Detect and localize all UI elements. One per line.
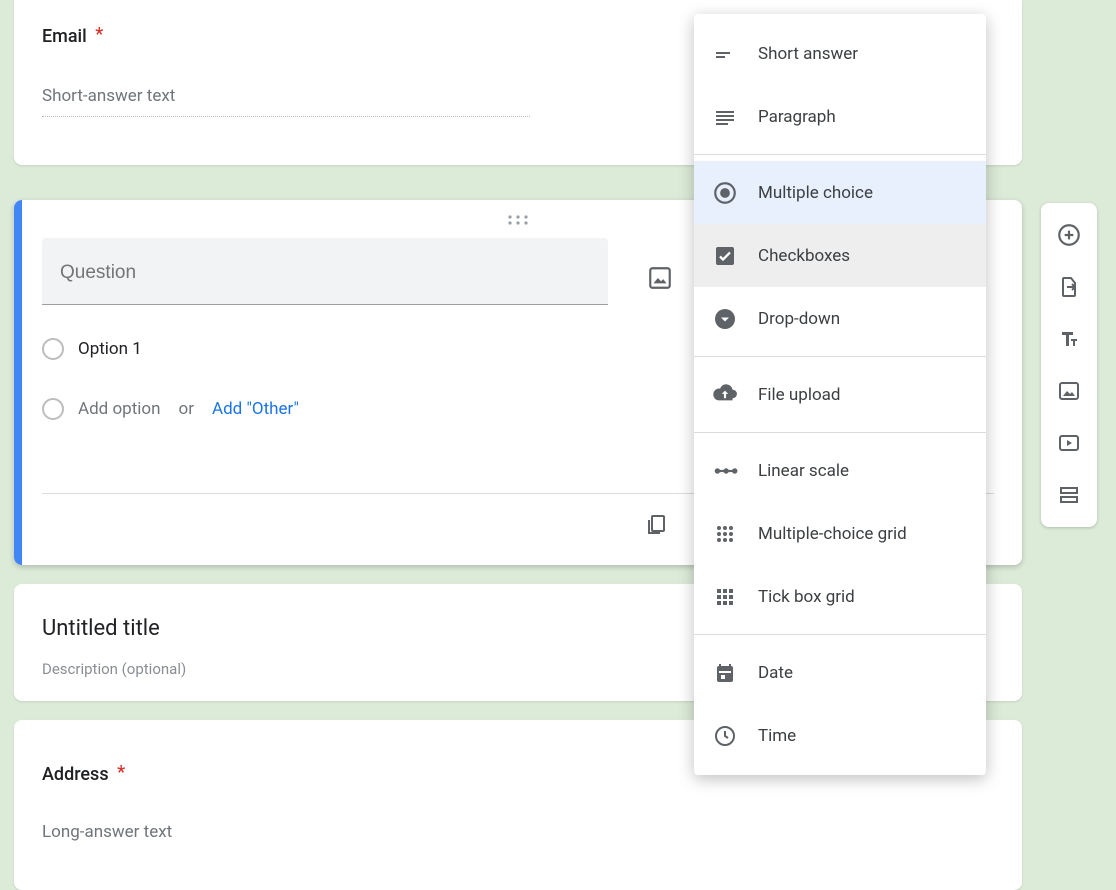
required-star: *	[117, 762, 125, 783]
address-label: Address *	[42, 764, 125, 785]
active-indicator	[14, 200, 22, 565]
add-video-button[interactable]	[1041, 417, 1097, 469]
type-time-label: Time	[758, 726, 796, 746]
side-toolbar	[1041, 203, 1097, 527]
type-mc-grid-label: Multiple-choice grid	[758, 524, 907, 544]
add-option-text[interactable]: Add option	[78, 399, 161, 419]
type-time[interactable]: Time	[694, 704, 986, 767]
duplicate-button[interactable]	[636, 505, 676, 545]
menu-divider	[694, 432, 986, 433]
section-title-text[interactable]: Untitled title	[42, 616, 160, 641]
linear-scale-icon	[710, 456, 740, 486]
required-star: *	[95, 24, 103, 45]
add-image-button[interactable]	[638, 256, 682, 300]
add-title-button[interactable]	[1041, 313, 1097, 365]
email-label-text: Email	[42, 26, 87, 47]
radio-icon	[42, 398, 64, 420]
type-dropdown[interactable]: Drop-down	[694, 287, 986, 350]
type-date[interactable]: Date	[694, 641, 986, 704]
dot-grid-icon	[710, 519, 740, 549]
type-checkboxes[interactable]: Checkboxes	[694, 224, 986, 287]
section-description-text[interactable]: Description (optional)	[42, 660, 186, 678]
type-dropdown-label: Drop-down	[758, 309, 840, 329]
add-section-button[interactable]	[1041, 469, 1097, 521]
type-file-upload-label: File upload	[758, 385, 840, 405]
type-date-label: Date	[758, 663, 793, 683]
checkbox-icon	[710, 241, 740, 271]
question-title-input[interactable]	[42, 238, 608, 304]
option-row-1[interactable]: Option 1	[42, 338, 142, 360]
menu-divider	[694, 634, 986, 635]
type-tick-grid[interactable]: Tick box grid	[694, 565, 986, 628]
type-file-upload[interactable]: File upload	[694, 363, 986, 426]
cloud-upload-icon	[710, 380, 740, 410]
type-checkboxes-label: Checkboxes	[758, 246, 850, 266]
square-grid-icon	[710, 582, 740, 612]
add-image-toolbar-button[interactable]	[1041, 365, 1097, 417]
radio-selected-icon	[710, 178, 740, 208]
import-questions-button[interactable]	[1041, 261, 1097, 313]
type-mc-grid[interactable]: Multiple-choice grid	[694, 502, 986, 565]
type-short-answer[interactable]: Short answer	[694, 22, 986, 85]
short-answer-icon	[710, 39, 740, 69]
email-answer-placeholder: Short-answer text	[42, 86, 530, 117]
type-multiple-choice-label: Multiple choice	[758, 183, 873, 203]
type-multiple-choice[interactable]: Multiple choice	[694, 161, 986, 224]
address-answer-placeholder: Long-answer text	[42, 822, 172, 842]
question-type-menu: Short answer Paragraph Multiple choice C…	[694, 14, 986, 775]
email-label: Email *	[42, 26, 103, 47]
clock-icon	[710, 721, 740, 751]
menu-divider	[694, 356, 986, 357]
option-1-label[interactable]: Option 1	[78, 339, 142, 359]
type-paragraph[interactable]: Paragraph	[694, 85, 986, 148]
add-other-link[interactable]: Add "Other"	[212, 399, 299, 419]
menu-divider	[694, 154, 986, 155]
radio-icon	[42, 338, 64, 360]
add-question-button[interactable]	[1041, 209, 1097, 261]
calendar-icon	[710, 658, 740, 688]
add-option-row[interactable]: Add option or Add "Other"	[42, 398, 299, 420]
or-text: or	[179, 399, 194, 419]
type-tick-grid-label: Tick box grid	[758, 587, 855, 607]
address-label-text: Address	[42, 764, 109, 785]
type-linear-scale[interactable]: Linear scale	[694, 439, 986, 502]
type-short-answer-label: Short answer	[758, 44, 858, 64]
dropdown-icon	[710, 304, 740, 334]
type-paragraph-label: Paragraph	[758, 107, 836, 127]
paragraph-icon	[710, 102, 740, 132]
type-linear-scale-label: Linear scale	[758, 461, 849, 481]
drag-handle-icon[interactable]	[506, 214, 530, 226]
question-input-wrap	[42, 238, 608, 305]
